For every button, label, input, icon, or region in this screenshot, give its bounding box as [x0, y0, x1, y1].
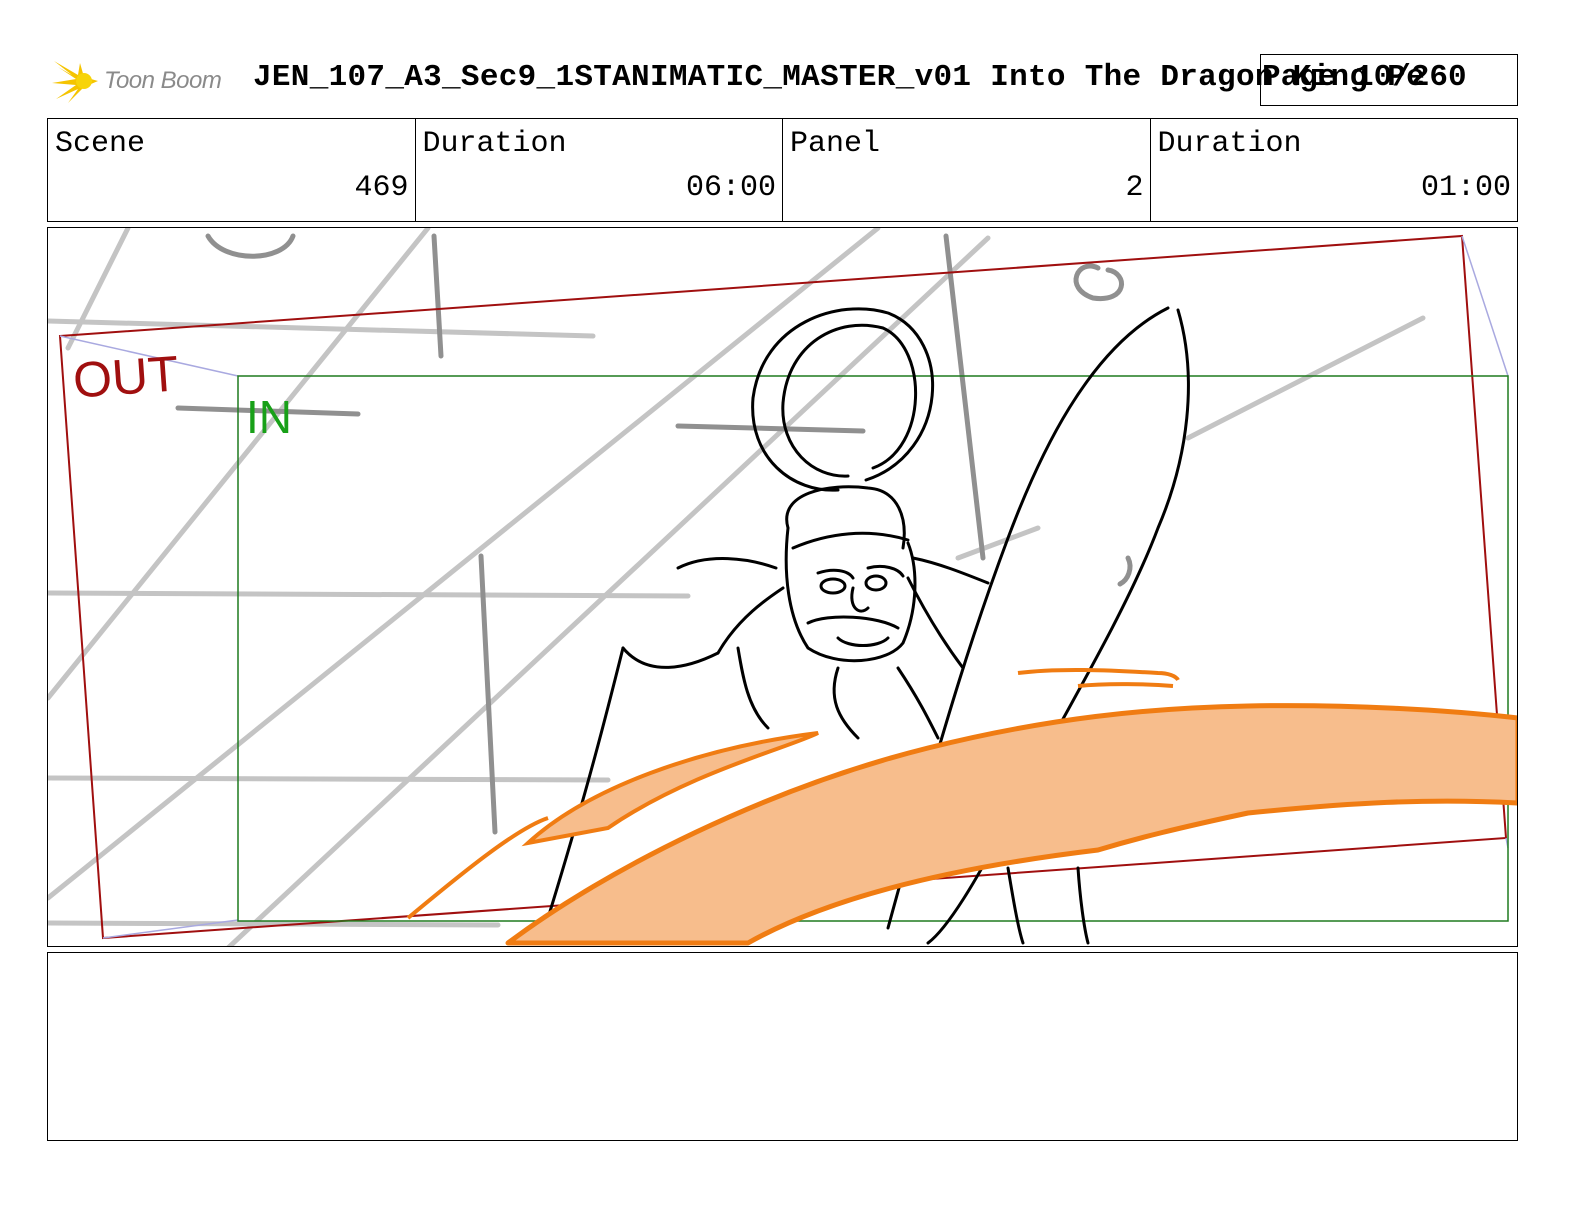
scene-label: Scene — [55, 127, 146, 161]
scene-info-table: Scene 469 Duration 06:00 Panel 2 Duratio… — [47, 118, 1518, 222]
scene-duration-value: 06:00 — [685, 171, 776, 205]
out-frame-label: OUT — [71, 345, 181, 409]
logo-text: Toon Boom — [104, 67, 222, 94]
panel-duration-value: 01:00 — [1420, 171, 1511, 205]
scene-duration-label: Duration — [422, 127, 567, 161]
panel-cell: Panel 2 — [783, 119, 1151, 221]
panel-duration-cell: Duration 01:00 — [1151, 119, 1518, 221]
scene-cell: Scene 469 — [48, 119, 416, 221]
scene-duration-cell: Duration 06:00 — [416, 119, 783, 221]
storyboard-panel: OUT IN — [47, 227, 1518, 947]
toon-boom-starburst-icon — [52, 61, 98, 103]
panel-sketch — [48, 228, 1517, 946]
panel-value: 2 — [1125, 171, 1144, 205]
page-number: Page 10/260 — [1262, 60, 1467, 95]
panel-label: Panel — [790, 127, 881, 161]
scene-value: 469 — [354, 171, 409, 205]
panel-notes-box[interactable] — [47, 952, 1518, 1141]
panel-duration-label: Duration — [1157, 127, 1302, 161]
in-frame-label: IN — [246, 391, 292, 443]
toon-boom-logo: Toon Boom — [50, 55, 240, 107]
